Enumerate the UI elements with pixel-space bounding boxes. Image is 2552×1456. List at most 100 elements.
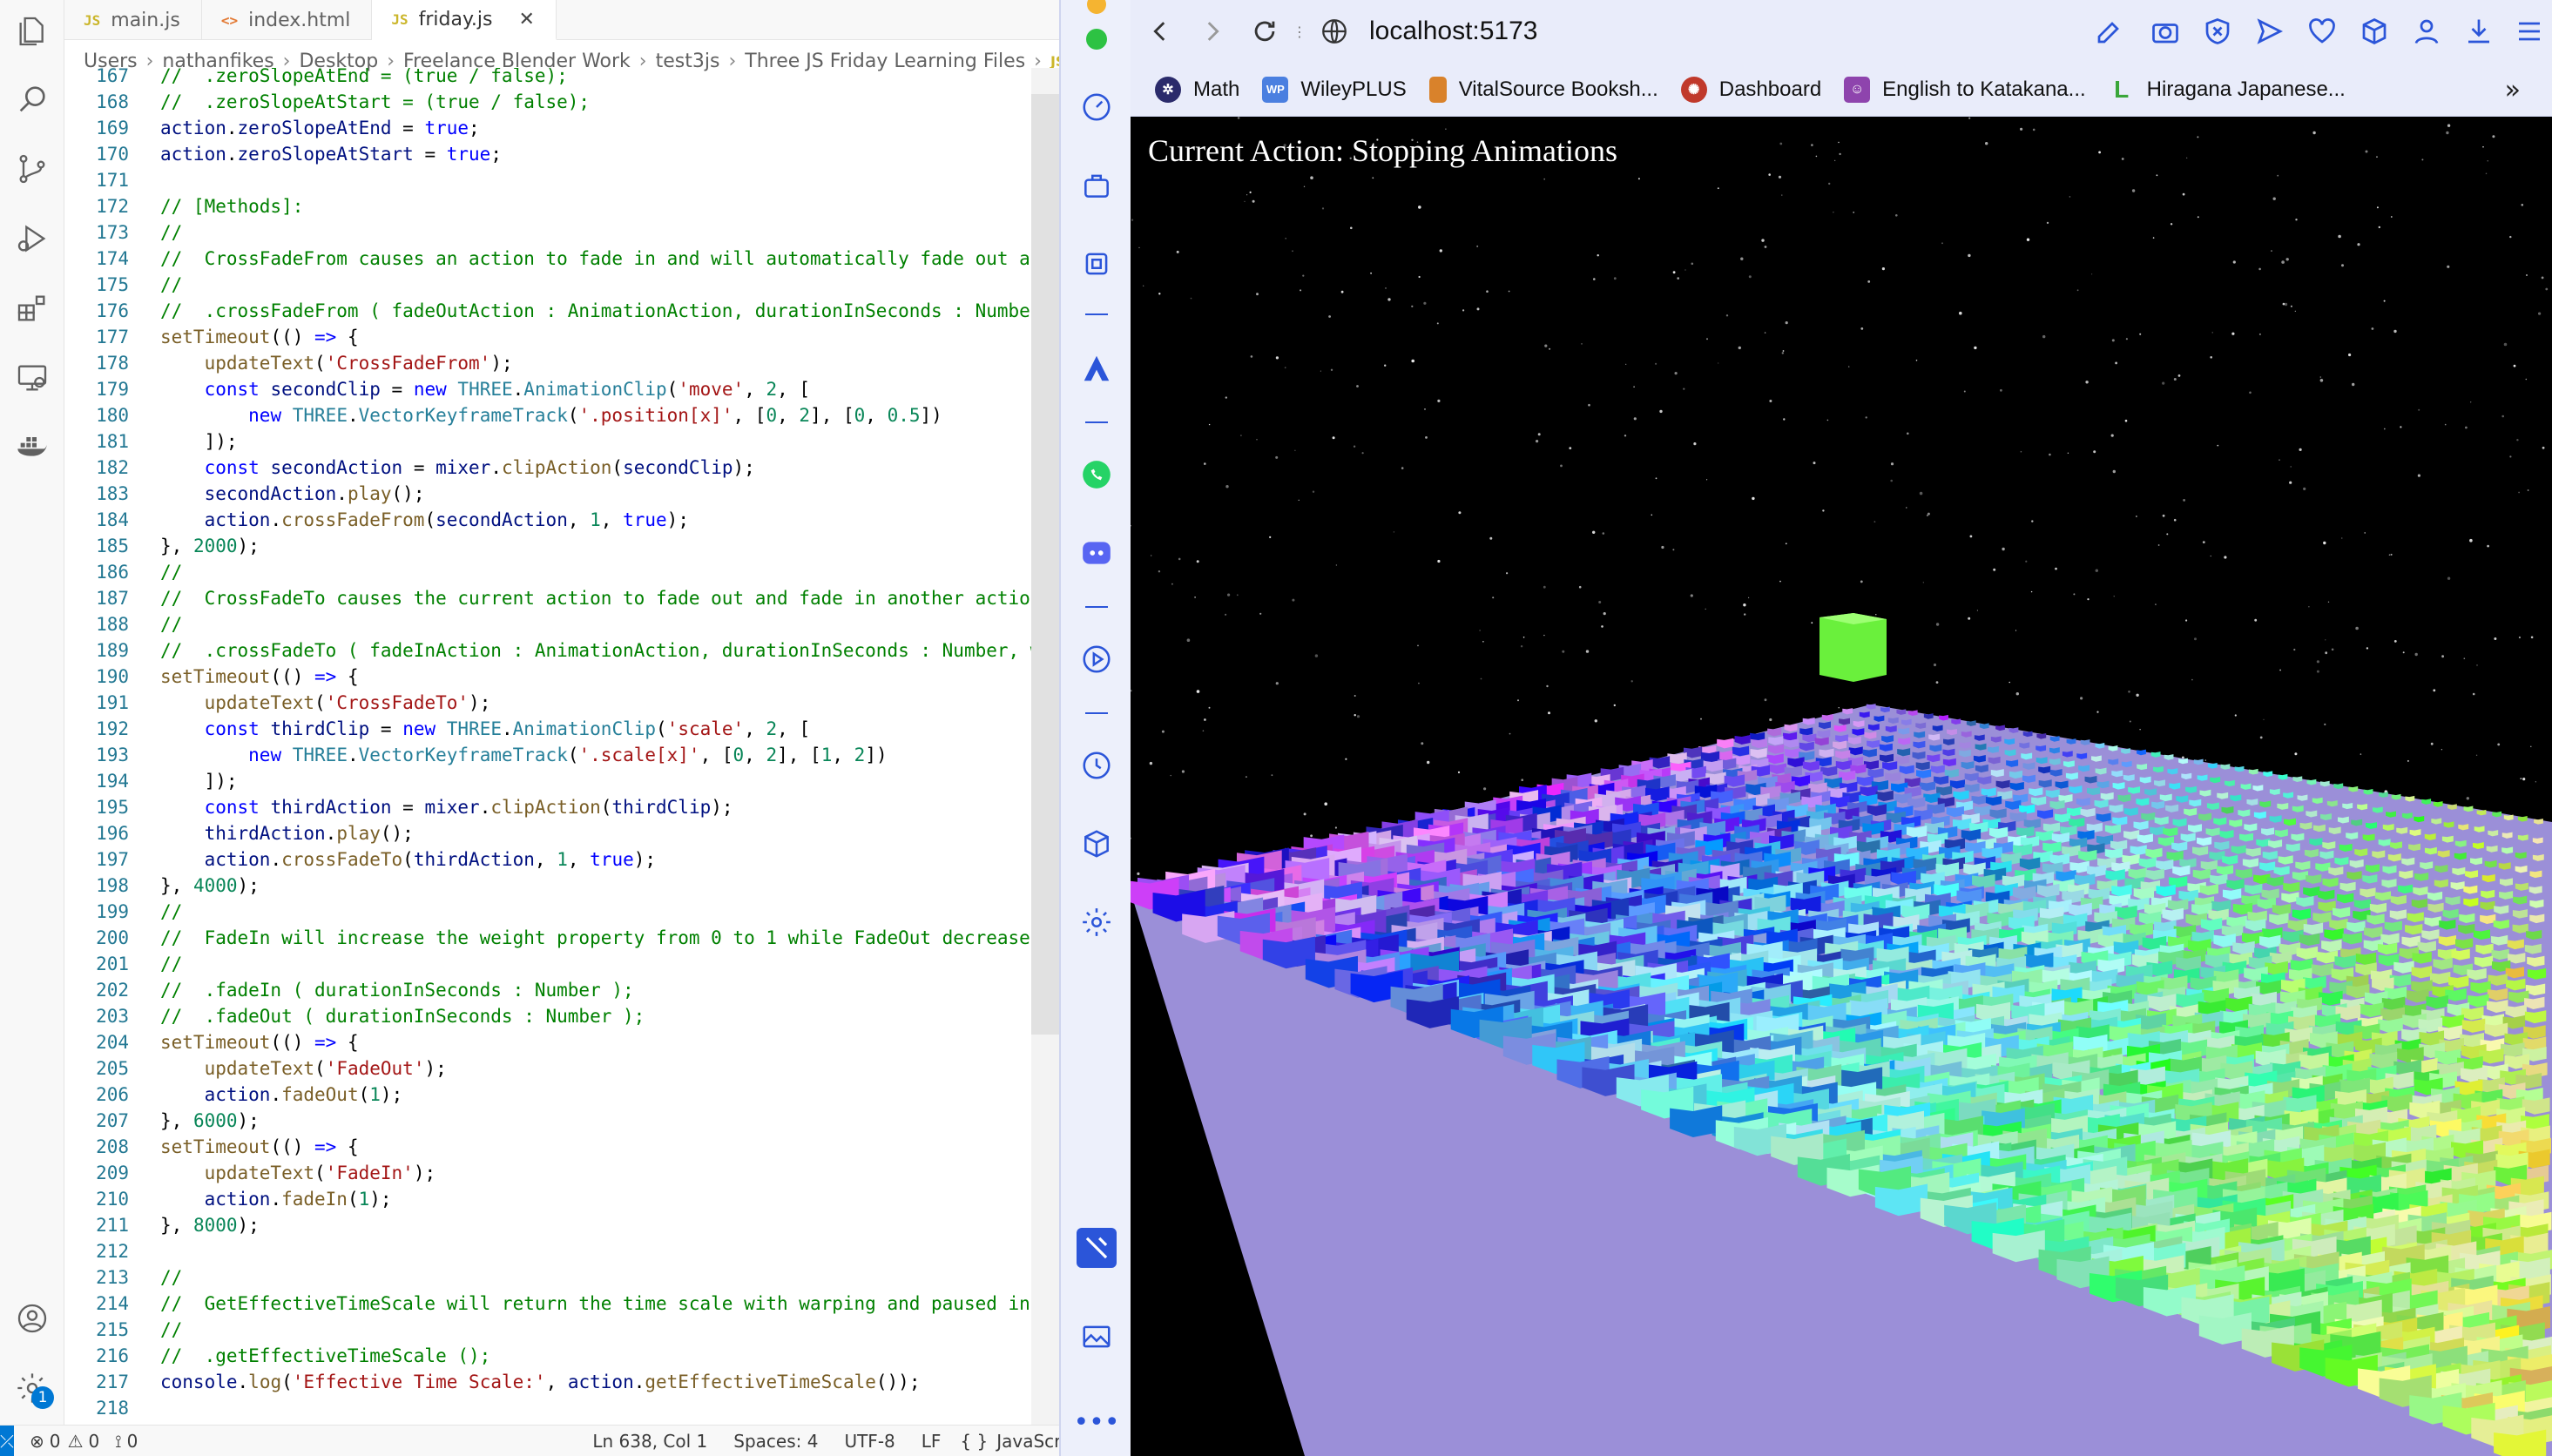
more-vertical-icon[interactable]: ⋮ [1291,5,1308,57]
code-line[interactable]: 204 setTimeout(() => { [64,1029,1031,1055]
cube-icon[interactable] [2359,16,2390,47]
url-field[interactable]: localhost:5173 [1369,17,1537,46]
bookmark-vitalsource[interactable]: VitalSource Booksh... [1428,76,1658,103]
code-line[interactable]: 185}, 2000); [64,533,1031,559]
download-icon[interactable] [2463,16,2495,47]
tab-main-js[interactable]: JS main.js [64,0,202,40]
code-line[interactable]: 168 // .zeroSlopeAtStart = (true / false)… [64,89,1031,115]
code-line[interactable]: 218 [64,1395,1031,1421]
code-line[interactable]: 208 setTimeout(() => { [64,1134,1031,1160]
menu-icon[interactable] [2514,16,2545,47]
code-line[interactable]: 217 console.log('Effective Time Scale:', … [64,1369,1031,1395]
ai-chat-icon[interactable] [1073,162,1120,209]
close-icon[interactable]: ✕ [518,9,534,30]
forward-button[interactable] [1186,5,1239,57]
code-line[interactable]: 169 action.zeroSlopeAtEnd = true; [64,115,1031,141]
minimap[interactable] [1031,68,1059,1425]
aria-ai-icon[interactable] [1073,345,1120,392]
code-line[interactable]: 201 // [64,951,1031,977]
code-line[interactable]: 192 const thirdClip = new THREE.Animatio… [64,716,1031,742]
code-line[interactable]: 200 // FadeIn will increase the weight pr… [64,925,1031,951]
whatsapp-icon[interactable] [1073,451,1120,498]
window-maximize-button[interactable] [1073,16,1120,63]
code-line[interactable]: 187 // CrossFadeTo causes the current act… [64,585,1031,611]
bookmark-wileyplus[interactable]: WP WileyPLUS [1262,76,1407,103]
code-line[interactable]: 196 thirdAction.play(); [64,820,1031,846]
back-button[interactable] [1134,5,1186,57]
code-line[interactable]: 190 setTimeout(() => { [64,664,1031,690]
reload-button[interactable] [1239,5,1291,57]
code-line[interactable]: 194 ]); [64,768,1031,794]
player-icon[interactable] [1073,636,1120,683]
code-line[interactable]: 216 // .getEffectiveTimeScale (); [64,1343,1031,1369]
code-line[interactable]: 183 secondAction.play(); [64,481,1031,507]
error-icon[interactable]: ⊗ [30,1431,44,1452]
code-line[interactable]: 205 updateText('FadeOut'); [64,1055,1031,1082]
heart-icon[interactable] [2306,16,2338,47]
code-line[interactable]: 193 new THREE.VectorKeyframeTrack('.scal… [64,742,1031,768]
code-line[interactable]: 203 // .fadeOut ( durationInSeconds : Num… [64,1003,1031,1029]
code-line[interactable]: 167 // .zeroSlopeAtEnd = (true / false); [64,68,1031,89]
code-line[interactable]: 199 // [64,899,1031,925]
remote-explorer-icon[interactable] [11,357,53,399]
bookmark-hiragana[interactable]: L Hiragana Japanese... [2109,76,2346,103]
threejs-canvas[interactable]: Current Action: Stopping Animations [1131,117,2552,1456]
code-line[interactable]: 179 const secondClip = new THREE.Animati… [64,376,1031,402]
settings-gear-icon[interactable] [1073,899,1120,946]
cube-icon[interactable] [1073,820,1120,867]
history-icon[interactable] [1073,742,1120,789]
remote-indicator-icon[interactable]: ⤫ [0,1425,14,1456]
code-line[interactable]: 182 const secondAction = mixer.clipActio… [64,455,1031,481]
code-line[interactable]: 184 action.crossFadeFrom(secondAction, 1… [64,507,1031,533]
code-line[interactable]: 212 [64,1238,1031,1264]
bookmark-dashboard[interactable]: ✺ Dashboard [1680,76,1821,103]
line-ending[interactable]: LF [922,1431,942,1452]
speed-dial-icon[interactable] [1073,84,1120,131]
code-line[interactable]: 180 new THREE.VectorKeyframeTrack('.posi… [64,402,1031,428]
code-line[interactable]: 210 action.fadeIn(1); [64,1186,1031,1212]
code-line[interactable]: 174 // CrossFadeFrom causes an action to … [64,246,1031,272]
language-mode[interactable]: JavaScrip [996,1431,1059,1452]
search-icon[interactable] [11,78,53,120]
code-editor[interactable]: 167// .zeroSlopeAtEnd = (true / false); 1… [64,68,1031,1425]
cursor-position[interactable]: Ln 638, Col 1 [592,1431,707,1452]
screenshot-gallery-icon[interactable] [1073,1313,1120,1360]
camera-icon[interactable] [2150,16,2181,47]
code-line[interactable]: 175 // [64,272,1031,298]
ai-model-icon[interactable] [1073,240,1120,287]
code-line[interactable]: 177 setTimeout(() => { [64,324,1031,350]
code-line[interactable]: 213 // [64,1264,1031,1291]
code-line[interactable]: 206 action.fadeOut(1); [64,1082,1031,1108]
account-icon[interactable] [11,1298,53,1339]
code-line[interactable]: 191 updateText('CrossFadeTo'); [64,690,1031,716]
code-line[interactable]: 189 // .crossFadeTo ( fadeInAction : Anim… [64,637,1031,664]
tab-friday-js[interactable]: JS friday.js ✕ [372,0,557,40]
extensions-icon[interactable] [11,287,53,329]
ports-icon[interactable]: ⟟ [115,1431,121,1452]
code-line[interactable]: 214 // GetEffectiveTimeScale will return … [64,1291,1031,1317]
send-icon[interactable] [2254,16,2285,47]
window-controls[interactable] [1073,0,1120,16]
code-line[interactable]: 211}, 8000); [64,1212,1031,1238]
edit-page-icon[interactable] [2094,16,2125,47]
code-line[interactable]: 195 const thirdAction = mixer.clipAction… [64,794,1031,820]
code-line[interactable]: 197 action.crossFadeTo(thirdAction, 1, t… [64,846,1031,873]
toggle-sidebar-icon[interactable] [1077,1228,1117,1268]
minimap-slider[interactable] [1031,94,1059,1035]
code-line[interactable]: 215 // [64,1317,1031,1343]
code-line[interactable]: 172 // [Methods]: [64,193,1031,219]
encoding[interactable]: UTF-8 [844,1431,895,1452]
bookmarks-overflow-icon[interactable]: » [2505,75,2521,105]
globe-icon[interactable] [1308,5,1360,57]
profile-icon[interactable] [2411,16,2442,47]
run-debug-icon[interactable] [11,218,53,260]
more-options-icon[interactable]: ••• [1073,1399,1120,1446]
docker-icon[interactable] [11,425,53,467]
bookmark-math[interactable]: ✲ Math [1155,76,1239,103]
code-line[interactable]: 170 action.zeroSlopeAtStart = true; [64,141,1031,167]
code-line[interactable]: 186 // [64,559,1031,585]
code-line[interactable]: 173 // [64,219,1031,246]
indentation[interactable]: Spaces: 4 [733,1431,818,1452]
code-line[interactable]: 207}, 6000); [64,1108,1031,1134]
code-line[interactable]: 176 // .crossFadeFrom ( fadeOutAction : A… [64,298,1031,324]
